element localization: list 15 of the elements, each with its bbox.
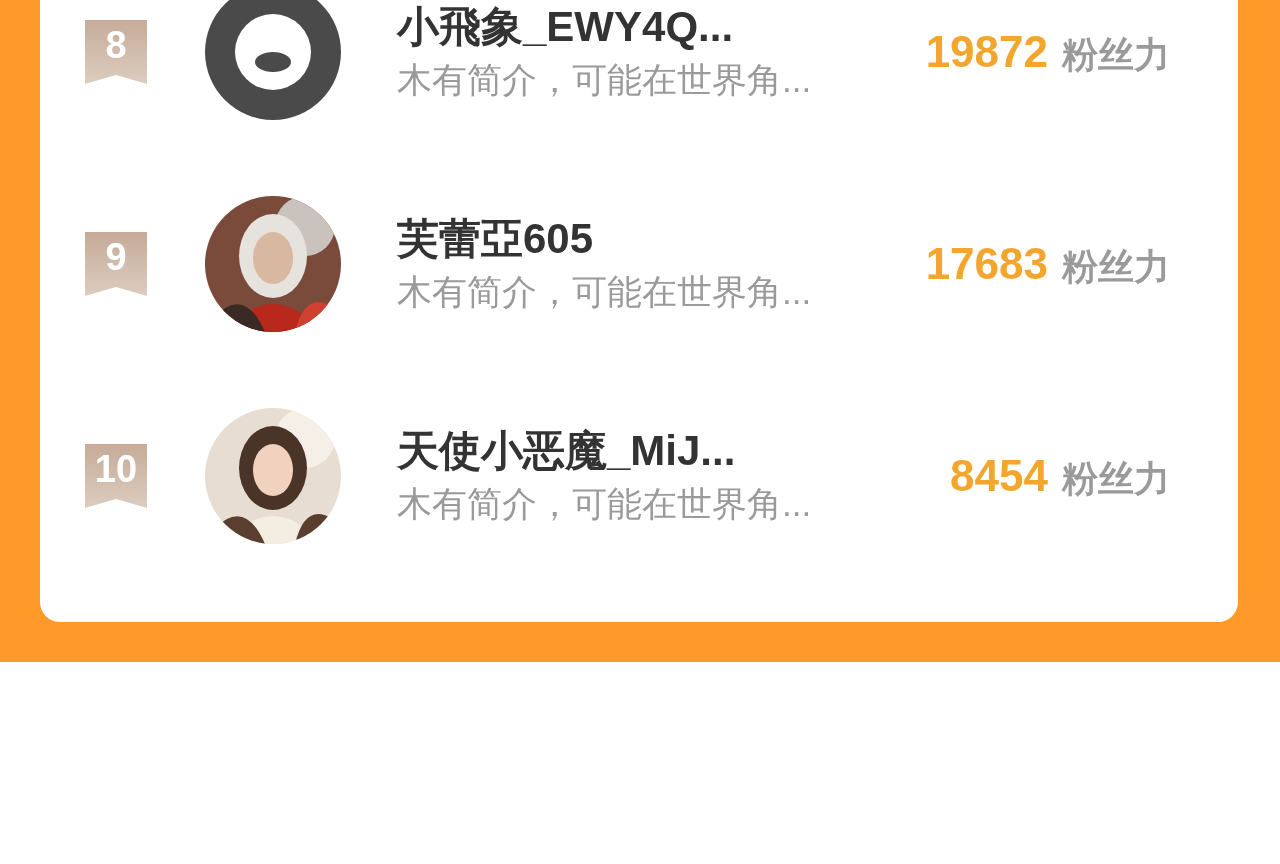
user-bio: 木有简介，可能在世界角... [397,59,813,101]
rank-badge: 9 [85,232,147,296]
user-bio: 木有简介，可能在世界角... [397,483,813,525]
fans-label: 粉丝力 [1062,33,1170,77]
fans-count: 17683 [925,238,1048,290]
fans-label: 粉丝力 [1062,245,1170,289]
fans-count: 19872 [925,26,1048,78]
rank-badge: 8 [85,20,147,84]
rank-badge: 10 [85,444,147,508]
user-name: 芙蕾亞605 [397,214,595,264]
fans-count: 8454 [950,450,1048,502]
user-bio: 木有简介，可能在世界角... [397,271,813,313]
fans-label: 粉丝力 [1062,457,1170,501]
user-name: 天使小恶魔_MiJ... [397,426,737,476]
user-name: 小飛象_EWY4Q... [397,2,735,52]
